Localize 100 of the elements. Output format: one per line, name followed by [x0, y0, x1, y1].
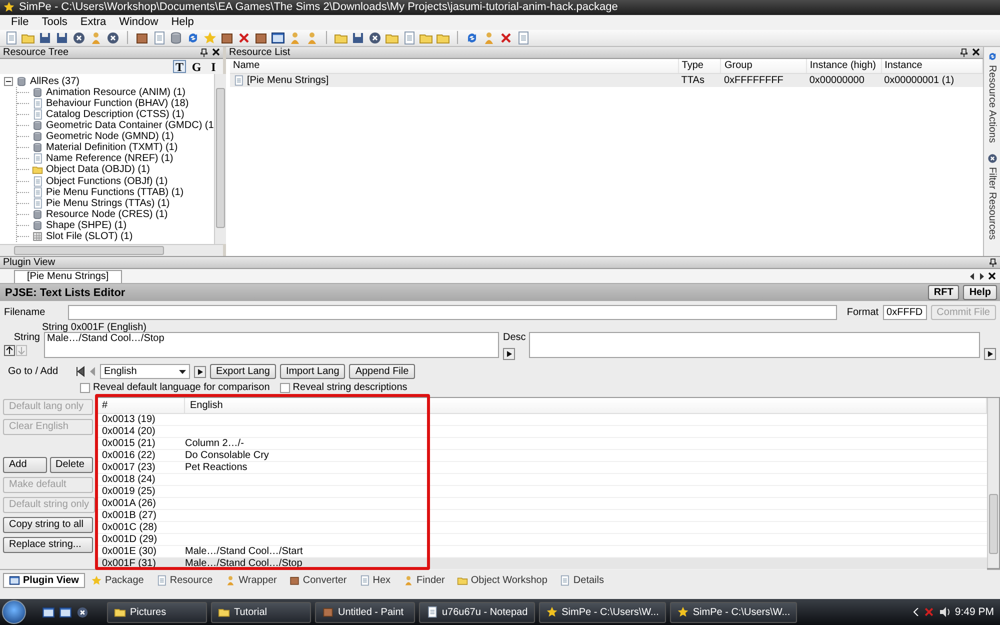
speaker-icon[interactable]	[938, 606, 951, 618]
start-button[interactable]	[2, 600, 26, 624]
cylinder-icon[interactable]	[169, 30, 183, 45]
table-row[interactable]: 0x001A (26)	[97, 498, 987, 510]
column-header[interactable]: Type	[678, 58, 721, 74]
tree-item[interactable]: Catalog Description (CTSS) (1)	[46, 108, 184, 120]
scrollbar[interactable]	[987, 398, 999, 568]
table-row[interactable]: 0x001B (27)	[97, 510, 987, 522]
tree-item[interactable]: Material Definition (TXMT) (1)	[46, 142, 178, 154]
checkbox[interactable]: Reveal string descriptions	[280, 382, 408, 394]
view-toggle[interactable]: G	[190, 60, 203, 73]
scrollbar[interactable]	[0, 244, 223, 256]
tree-item[interactable]: Pie Menu Functions (TTAB) (1)	[46, 186, 184, 198]
tree-item[interactable]: Pie Menu Strings (TTAs) (1)	[46, 198, 170, 209]
star-icon[interactable]	[203, 30, 217, 45]
up-arrow-icon[interactable]	[4, 345, 15, 356]
taskbar-button[interactable]: SimPe - C:\Users\W...	[538, 602, 666, 623]
window-icon[interactable]	[59, 606, 72, 619]
language-button[interactable]: Append File	[349, 364, 415, 380]
checkbox[interactable]: Reveal default language for comparison	[80, 382, 270, 394]
menu-item[interactable]: Window	[112, 16, 164, 28]
table-row[interactable]: 0x0019 (25)	[97, 486, 987, 498]
action-button[interactable]: Add	[3, 457, 46, 474]
expand-button[interactable]	[503, 348, 515, 360]
desktop-icon[interactable]	[42, 606, 55, 619]
page-icon[interactable]	[402, 30, 416, 45]
table-row[interactable]: 0x0017 (23) Pet Reactions	[97, 462, 987, 474]
header-button[interactable]: Help	[963, 285, 997, 300]
table-row[interactable]: 0x0013 (19)	[97, 414, 987, 426]
column-header[interactable]: Instance	[881, 58, 982, 74]
menu-item[interactable]: Extra	[73, 16, 112, 28]
action-button[interactable]: Replace string...	[3, 537, 93, 554]
bottom-tab[interactable]: Package	[84, 573, 150, 588]
tab-scroll-icon[interactable]	[970, 272, 984, 280]
table-row[interactable]: 0x001F (31) Male…/Stand Cool…/Stop	[97, 558, 987, 570]
close-icon[interactable]	[212, 48, 220, 56]
bottom-tab[interactable]: Resource	[150, 573, 219, 588]
arrows-icon[interactable]	[186, 30, 200, 45]
close-icon[interactable]	[988, 272, 996, 280]
tree-item[interactable]: AllRes (37)	[30, 76, 80, 87]
taskbar-button[interactable]: Tutorial	[211, 602, 311, 623]
side-tab[interactable]: Filter Resources	[986, 166, 998, 240]
tree-item[interactable]: Resource Node (CRES) (1)	[46, 208, 168, 220]
column-header[interactable]: Instance (high)	[806, 58, 882, 74]
bottom-tab[interactable]: Wrapper	[218, 573, 283, 588]
format-field[interactable]: 0xFFFD	[882, 305, 927, 320]
close-circle-icon[interactable]	[72, 30, 86, 45]
tree-item[interactable]: Behaviour Function (BHAV) (18)	[46, 98, 189, 109]
view-toggle[interactable]: T	[173, 60, 186, 73]
table-row[interactable]: 0x0016 (22) Do Consolable Cry	[97, 450, 987, 462]
next-button[interactable]	[194, 366, 206, 378]
tree-item[interactable]: Shape (SHPE) (1)	[46, 220, 127, 231]
column-header[interactable]: Group	[720, 58, 806, 74]
language-button[interactable]: Export Lang	[210, 364, 276, 380]
tree-item[interactable]: Geometric Node (GMND) (1)	[46, 131, 174, 142]
bottom-tab[interactable]: Plugin View	[3, 573, 85, 588]
refresh-icon[interactable]	[465, 30, 479, 45]
taskbar-button[interactable]: Untitled - Paint	[315, 602, 415, 623]
table-row[interactable]: 0x0014 (20)	[97, 426, 987, 438]
view-toggle[interactable]: I	[207, 60, 220, 73]
close-circle-icon[interactable]	[106, 30, 120, 45]
first-arrow-icon[interactable]	[76, 366, 85, 378]
table-row[interactable]: 0x001D (29)	[97, 534, 987, 546]
header-button[interactable]: RFT	[928, 285, 960, 300]
collapse-toggle[interactable]	[4, 76, 13, 86]
bottom-tab[interactable]: Details	[553, 573, 610, 588]
column-header[interactable]: #	[97, 398, 185, 414]
action-button[interactable]: Delete	[50, 457, 93, 474]
string-field[interactable]: Male…/Stand Cool…/Stop	[44, 332, 499, 358]
tree-item[interactable]: Object Data (OBJD) (1)	[46, 164, 150, 176]
side-tab[interactable]: Resource Actions	[986, 64, 998, 143]
language-button[interactable]: Import Lang	[280, 364, 346, 380]
bottom-tab[interactable]: Object Workshop	[450, 573, 554, 588]
language-dropdown[interactable]: English	[100, 364, 190, 380]
tree-item[interactable]: Slot File (SLOT) (1)	[46, 230, 133, 242]
document-tab[interactable]: [Pie Menu Strings]	[14, 270, 122, 284]
chevron-icon[interactable]	[912, 608, 919, 616]
table-row[interactable]: 0x0015 (21) Column 2…/-	[97, 438, 987, 450]
taskbar-button[interactable]: SimPe - C:\Users\W...	[670, 602, 798, 623]
new-page-icon[interactable]	[4, 30, 18, 45]
tree-item[interactable]: Animation Resource (ANIM) (1)	[46, 86, 186, 98]
table-row[interactable]: 0x001C (28)	[97, 522, 987, 534]
column-header[interactable]: Name	[230, 58, 678, 74]
bottom-tab[interactable]: Converter	[282, 573, 353, 588]
taskbar-button[interactable]: u76u67u - Notepad	[419, 602, 535, 623]
menu-item[interactable]: Help	[164, 16, 200, 28]
tree-item[interactable]: Name Reference (NREF) (1)	[46, 153, 174, 164]
close-icon[interactable]	[972, 48, 980, 56]
action-button[interactable]: Copy string to all	[3, 517, 93, 534]
taskbar-button[interactable]: Pictures	[107, 602, 207, 623]
menu-item[interactable]: File	[4, 16, 35, 28]
menu-item[interactable]: Tools	[34, 16, 74, 28]
table-row[interactable]: 0x0018 (24)	[97, 474, 987, 486]
tree-item[interactable]: Geometric Data Container (GMDC) (1	[46, 120, 214, 132]
expand-button[interactable]	[984, 348, 996, 360]
scrollbar[interactable]	[214, 74, 226, 244]
bottom-tab[interactable]: Hex	[352, 573, 397, 588]
description-field[interactable]	[529, 332, 980, 358]
tree-item[interactable]: Object Functions (OBJf) (1)	[46, 176, 168, 186]
bottom-tab[interactable]: Finder	[396, 573, 451, 588]
